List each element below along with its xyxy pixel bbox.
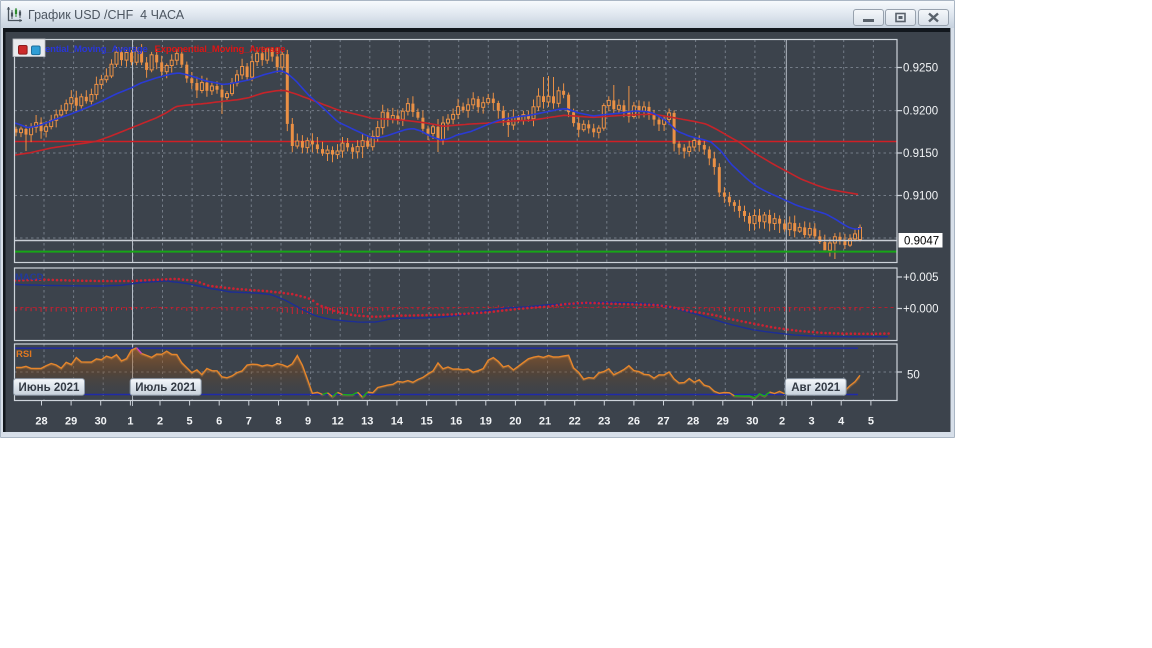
svg-text:19: 19 (480, 416, 492, 428)
svg-text:6: 6 (216, 416, 222, 428)
svg-text:20: 20 (509, 416, 521, 428)
svg-text:3: 3 (809, 416, 815, 428)
svg-text:0.9100: 0.9100 (903, 191, 938, 203)
svg-text:28: 28 (687, 416, 699, 428)
svg-text:7: 7 (246, 416, 252, 428)
svg-text:Exponential_Moving_Average: Exponential_Moving_Average (155, 44, 286, 55)
svg-text:5: 5 (187, 416, 193, 428)
svg-text:22: 22 (569, 416, 581, 428)
svg-text:21: 21 (539, 416, 551, 428)
svg-text:ential_Moving_Average: ential_Moving_Average (45, 44, 148, 55)
svg-text:0.9150: 0.9150 (903, 148, 938, 160)
svg-text:2: 2 (779, 416, 785, 428)
svg-text:12: 12 (332, 416, 344, 428)
svg-text:+0.005: +0.005 (903, 272, 939, 284)
svg-text:Июнь 2021: Июнь 2021 (19, 382, 80, 394)
svg-text:14: 14 (391, 416, 404, 428)
svg-text:30: 30 (95, 416, 107, 428)
svg-text:13: 13 (361, 416, 373, 428)
svg-text:+0.000: +0.000 (903, 304, 939, 316)
svg-text:1: 1 (127, 416, 133, 428)
svg-text:16: 16 (450, 416, 462, 428)
svg-text:0.9250: 0.9250 (903, 63, 938, 75)
svg-text:2: 2 (157, 416, 163, 428)
svg-text:29: 29 (717, 416, 729, 428)
svg-text:29: 29 (65, 416, 77, 428)
svg-text:5: 5 (868, 416, 874, 428)
svg-text:15: 15 (420, 416, 432, 428)
svg-text:MACD: MACD (15, 272, 44, 283)
svg-text:8: 8 (275, 416, 281, 428)
svg-text:30: 30 (746, 416, 758, 428)
svg-text:27: 27 (657, 416, 669, 428)
svg-text:23: 23 (598, 416, 610, 428)
svg-text:Авг 2021: Авг 2021 (791, 382, 841, 394)
svg-text:26: 26 (628, 416, 640, 428)
svg-text:9: 9 (305, 416, 311, 428)
svg-text:RSI: RSI (16, 349, 32, 360)
svg-text:0.9047: 0.9047 (904, 236, 939, 248)
svg-text:Июль 2021: Июль 2021 (135, 382, 197, 394)
svg-text:0.9200: 0.9200 (903, 106, 938, 118)
svg-text:4: 4 (838, 416, 845, 428)
svg-text:50: 50 (907, 370, 920, 382)
svg-text:28: 28 (35, 416, 47, 428)
